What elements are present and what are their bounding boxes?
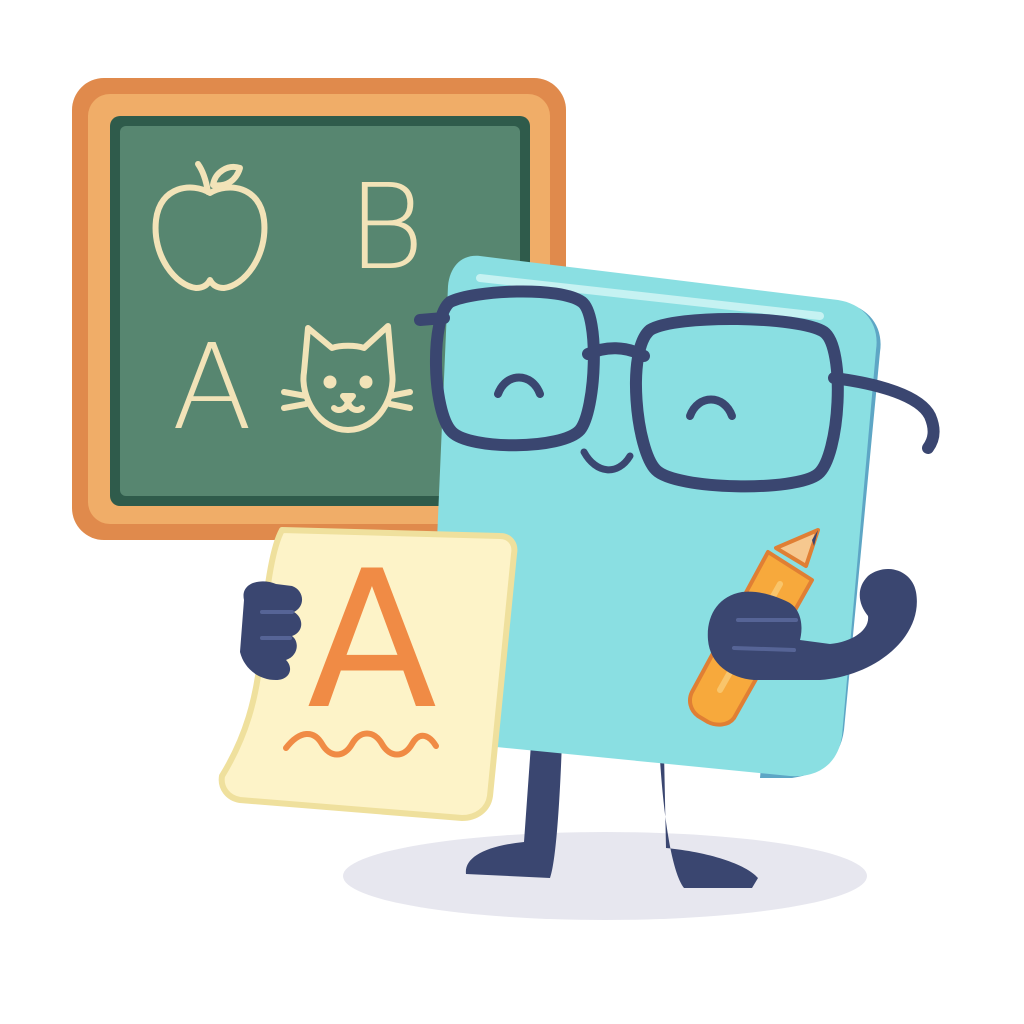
chalkboard-letter-b: B bbox=[347, 158, 424, 296]
right-finger-line-2 bbox=[732, 646, 796, 652]
paper-letter-a: A bbox=[307, 530, 437, 751]
chalkboard-letter-a: A bbox=[172, 318, 253, 456]
illustration-canvas: B A A bbox=[72, 78, 940, 920]
ground-shadow bbox=[343, 832, 867, 920]
